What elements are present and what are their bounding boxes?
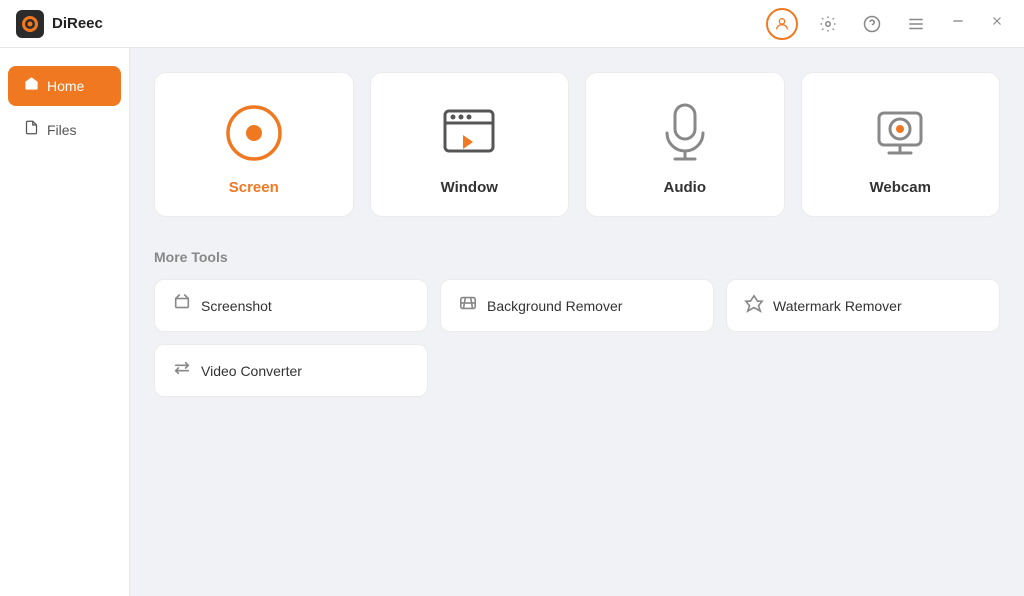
webcam-icon bbox=[868, 101, 932, 165]
webcam-label: Webcam bbox=[870, 179, 931, 196]
more-tools-title: More Tools bbox=[154, 249, 1000, 265]
sidebar-item-files[interactable]: Files bbox=[8, 110, 121, 150]
screen-icon bbox=[222, 101, 286, 165]
mode-card-window[interactable]: Window bbox=[370, 72, 570, 217]
tool-card-video-converter[interactable]: Video Converter bbox=[154, 344, 428, 397]
files-icon bbox=[24, 120, 39, 140]
background-remover-label: Background Remover bbox=[487, 298, 622, 314]
home-icon bbox=[24, 76, 39, 96]
app-logo bbox=[16, 10, 44, 38]
titlebar-right bbox=[766, 8, 1008, 40]
mode-card-screen[interactable]: Screen bbox=[154, 72, 354, 217]
video-converter-icon bbox=[173, 359, 191, 382]
watermark-remover-label: Watermark Remover bbox=[773, 298, 902, 314]
sidebar: Home Files bbox=[0, 48, 130, 596]
menu-icon[interactable] bbox=[902, 10, 930, 38]
settings-icon[interactable] bbox=[814, 10, 842, 38]
video-converter-label: Video Converter bbox=[201, 363, 302, 379]
screen-label: Screen bbox=[229, 179, 279, 196]
tool-card-watermark-remover[interactable]: Watermark Remover bbox=[726, 279, 1000, 332]
screenshot-icon bbox=[173, 294, 191, 317]
audio-icon bbox=[653, 101, 717, 165]
sidebar-files-label: Files bbox=[47, 122, 77, 138]
titlebar: DiReec bbox=[0, 0, 1024, 48]
audio-label: Audio bbox=[664, 179, 707, 196]
tools-grid: Screenshot Background Remover bbox=[154, 279, 1000, 397]
screenshot-label: Screenshot bbox=[201, 298, 272, 314]
user-icon[interactable] bbox=[766, 8, 798, 40]
mode-cards: Screen Window bbox=[154, 72, 1000, 217]
app-name: DiReec bbox=[52, 15, 103, 32]
mode-card-webcam[interactable]: Webcam bbox=[801, 72, 1001, 217]
tool-card-screenshot[interactable]: Screenshot bbox=[154, 279, 428, 332]
sidebar-item-home[interactable]: Home bbox=[8, 66, 121, 106]
main-layout: Home Files Scre bbox=[0, 48, 1024, 596]
window-label: Window bbox=[441, 179, 498, 196]
watermark-remover-icon bbox=[745, 294, 763, 317]
content-area: Screen Window bbox=[130, 48, 1024, 596]
background-remover-icon bbox=[459, 294, 477, 317]
mode-card-audio[interactable]: Audio bbox=[585, 72, 785, 217]
sidebar-home-label: Home bbox=[47, 78, 84, 94]
minimize-button[interactable] bbox=[946, 9, 970, 38]
titlebar-left: DiReec bbox=[16, 10, 103, 38]
close-button[interactable] bbox=[986, 10, 1008, 37]
window-icon bbox=[437, 101, 501, 165]
more-tools-section: More Tools Screenshot bbox=[154, 249, 1000, 397]
tool-card-background-remover[interactable]: Background Remover bbox=[440, 279, 714, 332]
help-icon[interactable] bbox=[858, 10, 886, 38]
